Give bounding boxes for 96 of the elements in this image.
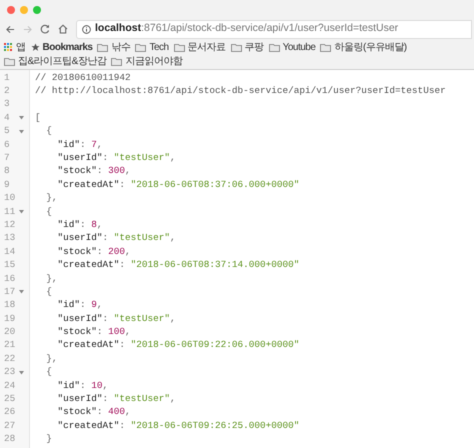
line-number: 14 — [3, 244, 16, 259]
line-number: 19 — [3, 312, 16, 326]
code-line: "id": 10, — [56, 378, 108, 393]
folder-icon — [97, 44, 108, 52]
code-line: "createdAt": "2018-06-06T09:26:25.000+0000" — [56, 418, 300, 433]
folder-icon — [230, 44, 242, 52]
bookmark-label: Tech — [149, 41, 169, 54]
bookmark-item[interactable]: 앱 — [4, 41, 26, 54]
bookmark-label: Youtube — [282, 41, 316, 54]
code-line: "createdAt": "2018-06-06T09:22:06.000+0000" — [56, 338, 300, 352]
back-arrow-icon[interactable] — [6, 24, 15, 34]
bookmark-label: 지금읽어야함 — [125, 55, 182, 68]
line-number: 26 — [3, 405, 16, 420]
line-number: 5 — [3, 124, 11, 138]
address-bar[interactable]: localhost:8761/api/stock-db-service/api/v1/user?userId=testUser — [76, 20, 472, 38]
code-line: }, — [45, 352, 58, 366]
code-line: "createdAt": "2018-06-06T08:37:06.000+0000" — [56, 178, 300, 192]
bookmark-item[interactable]: 쿠팡 — [230, 41, 264, 54]
apps-grid-icon — [4, 43, 13, 52]
bookmark-label: 문서자료 — [188, 41, 226, 54]
line-number: 21 — [3, 338, 16, 352]
bookmark-item[interactable]: 낚수 — [97, 41, 130, 54]
bookmark-item[interactable]: 문서자료 — [174, 41, 226, 54]
line-number: 9 — [3, 178, 11, 192]
collapse-triangle-icon[interactable] — [19, 115, 24, 120]
bookmark-item[interactable]: Bookmarks — [30, 41, 92, 54]
folder-icon — [111, 58, 122, 66]
bookmark-item[interactable]: 지금읽어야함 — [111, 55, 182, 68]
folder-icon — [4, 58, 15, 66]
bookmark-label: 앱 — [16, 41, 26, 54]
close-window-icon[interactable] — [7, 6, 15, 14]
line-number: 1 — [3, 70, 11, 85]
code-line: }, — [45, 272, 58, 286]
line-number: 18 — [3, 298, 16, 312]
line-number: 17 — [3, 284, 16, 299]
code-line: "stock": 100, — [56, 325, 131, 340]
collapse-triangle-icon[interactable] — [19, 289, 24, 294]
code-line: { — [45, 365, 52, 380]
collapse-triangle-icon[interactable] — [19, 128, 24, 134]
info-icon — [82, 24, 91, 34]
code-line: }, — [45, 191, 58, 206]
line-number: 20 — [3, 325, 16, 340]
line-number: 24 — [3, 378, 16, 393]
line-number: 7 — [3, 150, 11, 165]
bookmark-label: 하울링(우유배달) — [334, 41, 407, 54]
folder-icon — [135, 44, 146, 52]
code-line: "userId": "testUser", — [56, 150, 176, 165]
code-line: { — [45, 204, 52, 219]
line-number: 22 — [3, 352, 16, 366]
bookmark-item[interactable]: Youtube — [268, 41, 316, 54]
bookmark-label: 낚수 — [111, 41, 130, 54]
line-number: 8 — [3, 164, 11, 178]
line-number: 12 — [3, 218, 16, 232]
bookmark-label: 쿠팡 — [244, 41, 264, 54]
code-line: "id": 7, — [56, 138, 103, 152]
line-number: 10 — [3, 191, 16, 206]
line-number: 3 — [3, 97, 11, 112]
bookmark-item[interactable]: Tech — [135, 41, 169, 54]
collapse-triangle-icon[interactable] — [19, 209, 24, 214]
folder-icon — [174, 44, 185, 52]
line-number: 11 — [3, 204, 16, 219]
code-line: // 20180610011942 — [35, 70, 131, 85]
line-number: 15 — [3, 258, 16, 272]
code-line: "userId": "testUser", — [56, 231, 176, 246]
code-line: "createdAt": "2018-06-06T08:37:14.000+0000" — [56, 258, 300, 272]
line-number: 6 — [3, 138, 11, 152]
code-line: "userId": "testUser", — [56, 312, 176, 326]
folder-icon — [320, 44, 332, 52]
code-line: { — [45, 284, 52, 299]
line-number: 25 — [3, 392, 16, 406]
line-number: 2 — [3, 84, 11, 98]
line-number: 4 — [3, 110, 11, 125]
code-line: { — [45, 124, 52, 138]
home-icon[interactable] — [58, 24, 68, 34]
line-number: 13 — [3, 231, 16, 246]
url-text: localhost:8761/api/stock-db-service/api/v1/user?userId=testUser — [95, 21, 398, 36]
line-number: 28 — [3, 432, 16, 446]
line-number: 16 — [3, 272, 16, 286]
code-line: [ — [35, 110, 41, 125]
bookmark-label: Bookmarks — [42, 41, 92, 54]
code-line: "stock": 200, — [56, 244, 131, 259]
code-line: "id": 8, — [56, 218, 103, 232]
code-line: "id": 9, — [56, 298, 103, 312]
code-line: // http://localhost:8761/api/stock-db-service/api/v1/user?userId=testUser — [35, 84, 446, 98]
line-number: 27 — [3, 418, 16, 433]
folder-icon — [268, 44, 280, 52]
code-line: "stock": 300, — [56, 164, 131, 178]
reload-icon[interactable] — [40, 24, 50, 34]
code-line: "stock": 400, — [56, 405, 131, 420]
code-line: "userId": "testUser", — [56, 392, 176, 406]
collapse-triangle-icon[interactable] — [19, 370, 24, 375]
maximize-window-icon[interactable] — [33, 6, 41, 14]
code-line: } — [45, 432, 52, 446]
line-number: 23 — [3, 365, 16, 380]
star-icon — [30, 43, 40, 52]
bookmark-item[interactable]: 하울링(우유배달) — [320, 41, 407, 54]
